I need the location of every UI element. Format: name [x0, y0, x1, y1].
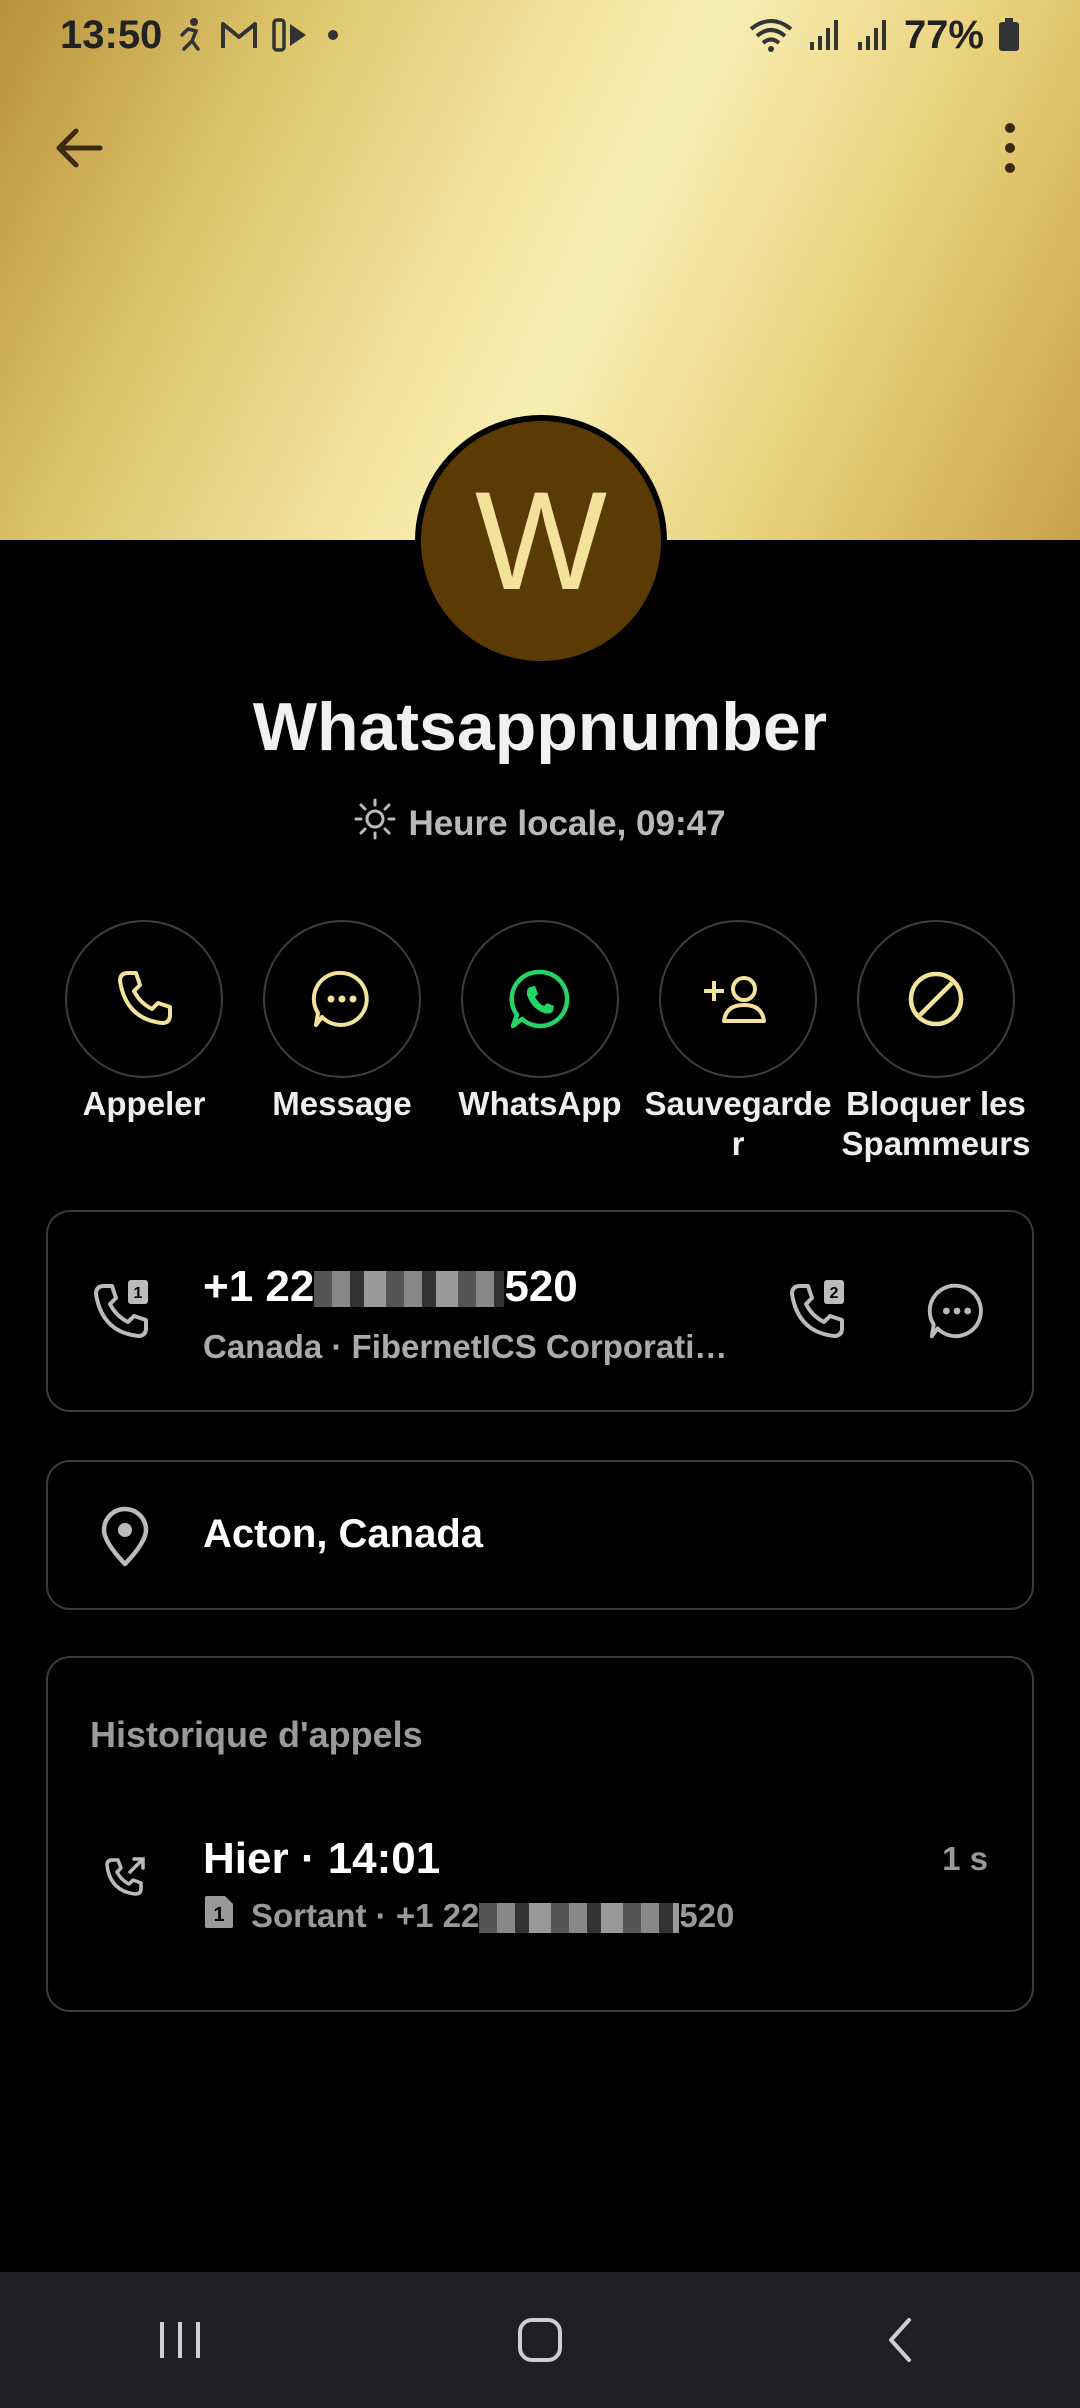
- redacted-digits: [479, 1903, 680, 1934]
- message-icon: [311, 970, 369, 1027]
- wifi-icon: [748, 17, 794, 53]
- add-contact-icon: [704, 976, 766, 1023]
- status-time: 13:50: [60, 12, 163, 57]
- phone-icon: [118, 971, 172, 1025]
- media-icon: [272, 18, 312, 52]
- quick-actions: Appeler Message WhatsApp Sauvegarde r Blo…: [0, 920, 1080, 1170]
- more-options-icon[interactable]: [990, 118, 1030, 178]
- call-button[interactable]: Appeler: [44, 920, 244, 1124]
- phone-number: +1 22 520: [203, 1262, 578, 1312]
- call-history-title: Historique d'appels: [90, 1714, 423, 1755]
- local-time-text: Heure locale, 09:47: [408, 803, 726, 843]
- call-history-entry[interactable]: Hier · 14:01: [203, 1834, 440, 1884]
- call-label: Appeler: [82, 1085, 206, 1122]
- block-icon: [908, 971, 964, 1027]
- call-detail: 1 Sortant · +1 22 520: [203, 1894, 734, 1938]
- outgoing-call-icon: [104, 1854, 148, 1903]
- call-sim2-icon[interactable]: 2: [788, 1278, 852, 1347]
- call-time: Hier · 14:01: [203, 1834, 441, 1883]
- recent-apps-icon[interactable]: [120, 2300, 240, 2380]
- call-button-circle[interactable]: [65, 920, 223, 1078]
- message-label: Message: [272, 1085, 412, 1122]
- battery-icon: [998, 18, 1020, 52]
- svg-text:1: 1: [213, 1904, 224, 1926]
- back-arrow-icon[interactable]: [50, 118, 110, 178]
- svg-text:2: 2: [830, 1285, 839, 1302]
- home-icon[interactable]: [480, 2300, 600, 2380]
- save-contact-button-circle[interactable]: [659, 920, 817, 1078]
- save-contact-button[interactable]: Sauvegarde r: [638, 920, 838, 1164]
- sms-icon[interactable]: [926, 1280, 988, 1347]
- status-bar: 13:50 77%: [0, 0, 1080, 70]
- activity-icon: [176, 17, 206, 53]
- sim1-icon: 1: [203, 1894, 235, 1938]
- call-number-suffix: 520: [679, 1897, 735, 1934]
- call-sim1-icon[interactable]: 1: [92, 1278, 156, 1347]
- redacted-digits: [314, 1271, 505, 1308]
- battery-percent: 77%: [903, 12, 984, 57]
- signal-1-icon: [808, 18, 842, 52]
- call-history-card: Historique d'appels Hier · 14:01 1 Sorta…: [46, 1656, 1034, 2012]
- phone-suffix: 520: [504, 1262, 578, 1311]
- phone-carrier: Canada · FibernetICS Corporati…: [203, 1328, 728, 1365]
- phone-number-card[interactable]: 1 +1 22 520 Canada · FibernetICS Corporat…: [46, 1210, 1034, 1412]
- location-pin-icon: [98, 1506, 152, 1573]
- message-button-circle[interactable]: [263, 920, 421, 1078]
- system-nav-bar: [0, 2272, 1080, 2408]
- contact-name: Whatsappnumber: [252, 689, 828, 765]
- phone-prefix: +1 22: [203, 1262, 315, 1311]
- sun-icon: [354, 798, 396, 849]
- message-button[interactable]: Message: [242, 920, 442, 1124]
- block-spammers-button[interactable]: Bloquer les Spammeurs: [836, 920, 1036, 1164]
- save-contact-label: Sauvegarde r: [644, 1085, 832, 1162]
- location-text: Acton, Canada: [203, 1512, 484, 1556]
- svg-text:1: 1: [134, 1285, 143, 1302]
- local-time: Heure locale, 09:47: [0, 798, 1080, 849]
- contact-avatar: W: [415, 415, 667, 667]
- call-duration: 1 s: [942, 1840, 988, 1877]
- back-icon[interactable]: [840, 2300, 960, 2380]
- block-button-circle[interactable]: [857, 920, 1015, 1078]
- signal-2-icon: [856, 18, 890, 52]
- location-card[interactable]: Acton, Canada: [46, 1460, 1034, 1610]
- whatsapp-button[interactable]: WhatsApp: [440, 920, 640, 1124]
- whatsapp-button-circle[interactable]: [461, 920, 619, 1078]
- call-direction: Sortant · +1 22: [251, 1897, 480, 1934]
- block-spammers-label: Bloquer les Spammeurs: [841, 1085, 1031, 1162]
- whatsapp-label: WhatsApp: [458, 1085, 622, 1122]
- whatsapp-icon: [509, 969, 570, 1029]
- gmail-icon: [220, 20, 258, 50]
- notification-dot-icon: [326, 28, 340, 42]
